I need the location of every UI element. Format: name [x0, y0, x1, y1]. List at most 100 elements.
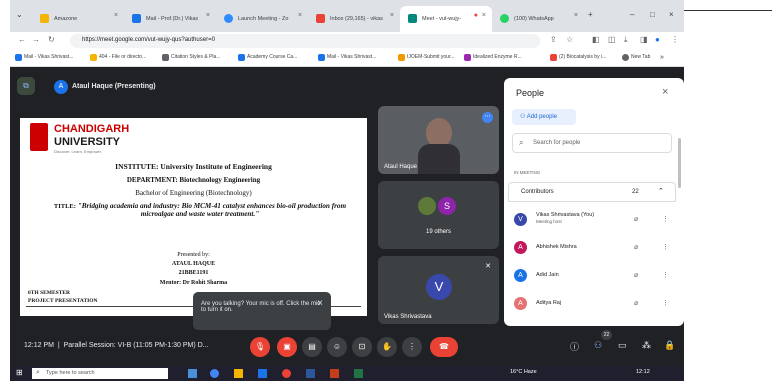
close-icon[interactable]: ×	[114, 12, 118, 19]
presentation-icon[interactable]: ⧉	[17, 77, 35, 95]
url-input[interactable]: https://meet.google.com/vut-wujy-qus?aut…	[70, 34, 540, 48]
reload-icon[interactable]: ↻	[48, 35, 55, 44]
people-icon[interactable]: ⚇	[594, 340, 602, 351]
bookmark-item[interactable]: Academy Course Ca...	[238, 54, 297, 61]
contributors-header[interactable]: Contributors 22 ⌃	[508, 182, 676, 202]
browser-tab-strip: Amazone × Mail - Prof.(Dr.) Vikas × Launch…	[10, 0, 684, 32]
mail-app-icon[interactable]	[258, 369, 267, 378]
tab-mail[interactable]: Mail - Prof.(Dr.) Vikas ×	[124, 6, 216, 32]
tab-search-icon[interactable]: ⌄	[16, 10, 23, 19]
puzzle-icon[interactable]: ◫	[608, 35, 616, 44]
close-panel-icon[interactable]: ×	[662, 86, 668, 98]
close-icon[interactable]: ×	[390, 12, 394, 19]
back-icon[interactable]: ←	[18, 35, 26, 44]
mic-toggle-button[interactable]: 🎙	[250, 337, 270, 357]
window-close-button[interactable]: ×	[669, 10, 674, 19]
more-vert-icon[interactable]: ⋮	[662, 243, 669, 251]
share-icon[interactable]: ⇪	[550, 35, 557, 44]
taskbar-clock[interactable]: 12:12	[636, 369, 650, 375]
panel-scrollbar[interactable]	[678, 138, 681, 188]
excel-icon[interactable]	[354, 369, 363, 378]
more-vert-icon[interactable]: ⋮	[662, 299, 669, 307]
forward-icon[interactable]: →	[32, 35, 40, 44]
chat-icon[interactable]: ▭	[618, 340, 627, 351]
tile-others[interactable]: S 19 others	[378, 181, 499, 249]
chrome-icon[interactable]	[282, 369, 291, 378]
bookmark-item[interactable]: (2) Biocatalysis by i...	[550, 54, 606, 61]
university-logo-icon	[30, 123, 48, 151]
captions-button[interactable]: ▤	[302, 337, 322, 357]
task-view-icon[interactable]	[188, 369, 197, 378]
sidebar-icon[interactable]: ◨	[640, 35, 648, 44]
participant-row[interactable]: A Abhishek Mishra ⌀ ⋮	[514, 240, 674, 256]
participant-row[interactable]: V Vikas Shrivastava (You) Meeting host ⌀…	[514, 212, 674, 228]
tab-label: (100) WhatsApp	[514, 16, 554, 22]
tab-inbox[interactable]: Inbox (29,165) - vikas ×	[308, 6, 400, 32]
weather-widget[interactable]: 16°C Haze	[510, 369, 537, 375]
close-icon[interactable]: ×	[574, 12, 578, 19]
tab-label: Meet - vut-wujy-	[422, 16, 462, 22]
search-icon: ⌕	[36, 369, 40, 376]
extension-icon[interactable]: ◧	[592, 35, 600, 44]
more-vert-icon[interactable]: ⋮	[662, 271, 669, 279]
host-controls-icon[interactable]: 🔒	[664, 340, 675, 351]
close-icon[interactable]: ×	[482, 12, 486, 19]
slide-roll-number: 21BBE1191	[178, 270, 209, 276]
bookmark-favicon-icon	[162, 54, 169, 61]
tab-meet[interactable]: Meet - vut-wujy- ● ×	[400, 6, 492, 32]
bookmark-label: Idealized Enzyme R...	[473, 54, 522, 60]
more-options-button[interactable]: ⋮	[402, 337, 422, 357]
slide-degree: Bachelor of Engineering (Biotechnology)	[135, 189, 252, 197]
present-button[interactable]: ⊡	[352, 337, 372, 357]
bookmark-item[interactable]: 404 - File or directo...	[90, 54, 146, 61]
add-person-icon: ⚇	[520, 114, 526, 120]
powerpoint-icon[interactable]	[330, 369, 339, 378]
tab-amazone[interactable]: Amazone ×	[32, 6, 124, 32]
add-people-button[interactable]: ⚇ Add people	[512, 109, 576, 125]
tab-whatsapp[interactable]: (100) WhatsApp ×	[492, 6, 584, 32]
edge-icon[interactable]	[210, 369, 219, 378]
menu-icon[interactable]: ⋮	[671, 35, 679, 44]
tile-vikas-shrivastava[interactable]: V ✕ Vikas Shrivastava	[378, 256, 499, 324]
tile-ataul-haque[interactable]: ⋯ Ataul Haque	[378, 106, 499, 174]
camera-toggle-button[interactable]: ▣	[277, 337, 297, 357]
bookmark-star-icon[interactable]: ☆	[566, 35, 573, 44]
more-vert-icon[interactable]: ⋮	[662, 215, 669, 223]
emoji-button[interactable]: ☺	[327, 337, 347, 357]
bookmark-item[interactable]: New Tab	[622, 54, 650, 61]
windows-start-icon[interactable]: ⊞	[16, 368, 23, 377]
participant-row[interactable]: A Adid Jain ⌀ ⋮	[514, 268, 674, 284]
leave-call-button[interactable]: ☎	[430, 337, 458, 357]
new-tab-button[interactable]: +	[588, 10, 593, 19]
raise-hand-button[interactable]: ✋	[377, 337, 397, 357]
bookmark-item[interactable]: Mail - Vikas Shrivast...	[318, 54, 376, 61]
download-icon[interactable]: ⤓	[624, 35, 628, 45]
bookmark-item[interactable]: IJOEM-Submit your...	[398, 54, 455, 61]
bookmark-item[interactable]: Idealized Enzyme R...	[464, 54, 522, 61]
participant-row[interactable]: A Aditya Raj ⌀ ⋮	[514, 296, 674, 312]
profile-icon[interactable]: ●	[655, 35, 660, 44]
bookmark-item[interactable]: Mail - Vikas Shrivast...	[15, 54, 73, 61]
search-people-input[interactable]: ⌕ Search for people	[512, 133, 672, 153]
close-icon[interactable]: ×	[206, 12, 210, 19]
more-bookmarks-icon[interactable]: »	[660, 54, 664, 61]
info-icon[interactable]: ⓘ	[570, 340, 579, 353]
activities-icon[interactable]: ⁂	[642, 340, 651, 351]
close-tooltip-icon[interactable]: ×	[317, 298, 323, 309]
more-options-icon[interactable]: ⋯	[482, 112, 493, 123]
tab-favicon-icon	[500, 14, 509, 23]
participant-avatar: A	[514, 297, 527, 310]
meeting-title: Parallel Session: VI-B (11:05 PM-1:30 PM…	[63, 342, 209, 349]
word-icon[interactable]	[306, 369, 315, 378]
taskbar-search-input[interactable]: ⌕ Type here to search	[32, 368, 168, 379]
file-explorer-icon[interactable]	[234, 369, 243, 378]
bookmark-item[interactable]: Citation Styles & Pla...	[162, 54, 220, 61]
slide-title: "Bridging academia and industry: Bio MCM…	[77, 202, 347, 218]
close-icon[interactable]: ×	[298, 12, 302, 19]
tile-name: Vikas Shrivastava	[384, 314, 432, 320]
maximize-button[interactable]: □	[650, 10, 655, 19]
chevron-up-icon[interactable]: ⌃	[658, 187, 664, 195]
minimize-button[interactable]: –	[630, 10, 634, 19]
tab-zoom[interactable]: Launch Meeting - Zo ×	[216, 6, 308, 32]
presenter-avatar: A	[54, 80, 68, 94]
